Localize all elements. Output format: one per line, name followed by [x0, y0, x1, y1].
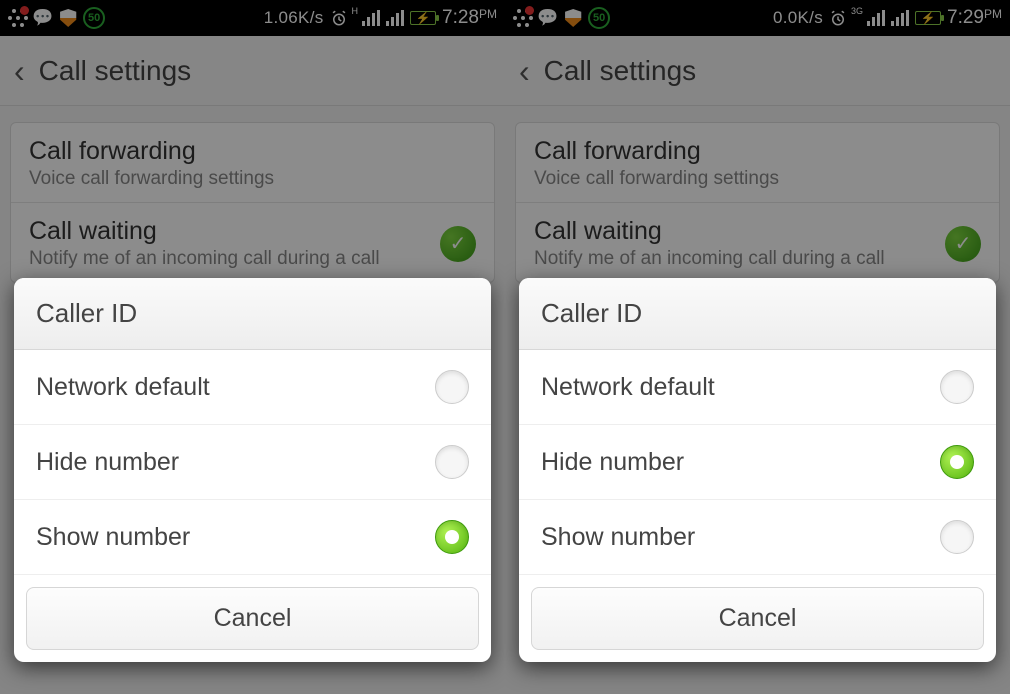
option-network-default[interactable]: Network default — [14, 350, 491, 425]
option-label: Hide number — [541, 448, 940, 477]
radio-icon[interactable] — [435, 520, 469, 554]
dialog-title: Caller ID — [14, 278, 491, 350]
option-label: Network default — [541, 373, 940, 402]
option-label: Show number — [36, 523, 435, 552]
radio-icon[interactable] — [940, 520, 974, 554]
screen-right: 💬 50 0.0K/s 3G ⚡ 7:29PM ‹ Call settings — [505, 0, 1010, 694]
caller-id-dialog: Caller ID Network default Hide number Sh… — [14, 278, 491, 662]
option-network-default[interactable]: Network default — [519, 350, 996, 425]
option-show-number[interactable]: Show number — [14, 500, 491, 575]
dialog-title: Caller ID — [519, 278, 996, 350]
cancel-button[interactable]: Cancel — [531, 587, 984, 650]
option-hide-number[interactable]: Hide number — [519, 425, 996, 500]
screen-left: 💬 50 1.06K/s H ⚡ 7:28PM ‹ Call settings — [0, 0, 505, 694]
option-label: Show number — [541, 523, 940, 552]
radio-icon[interactable] — [435, 445, 469, 479]
radio-icon[interactable] — [940, 445, 974, 479]
option-hide-number[interactable]: Hide number — [14, 425, 491, 500]
radio-icon[interactable] — [435, 370, 469, 404]
caller-id-dialog: Caller ID Network default Hide number Sh… — [519, 278, 996, 662]
option-show-number[interactable]: Show number — [519, 500, 996, 575]
cancel-button[interactable]: Cancel — [26, 587, 479, 650]
radio-icon[interactable] — [940, 370, 974, 404]
option-label: Hide number — [36, 448, 435, 477]
option-label: Network default — [36, 373, 435, 402]
